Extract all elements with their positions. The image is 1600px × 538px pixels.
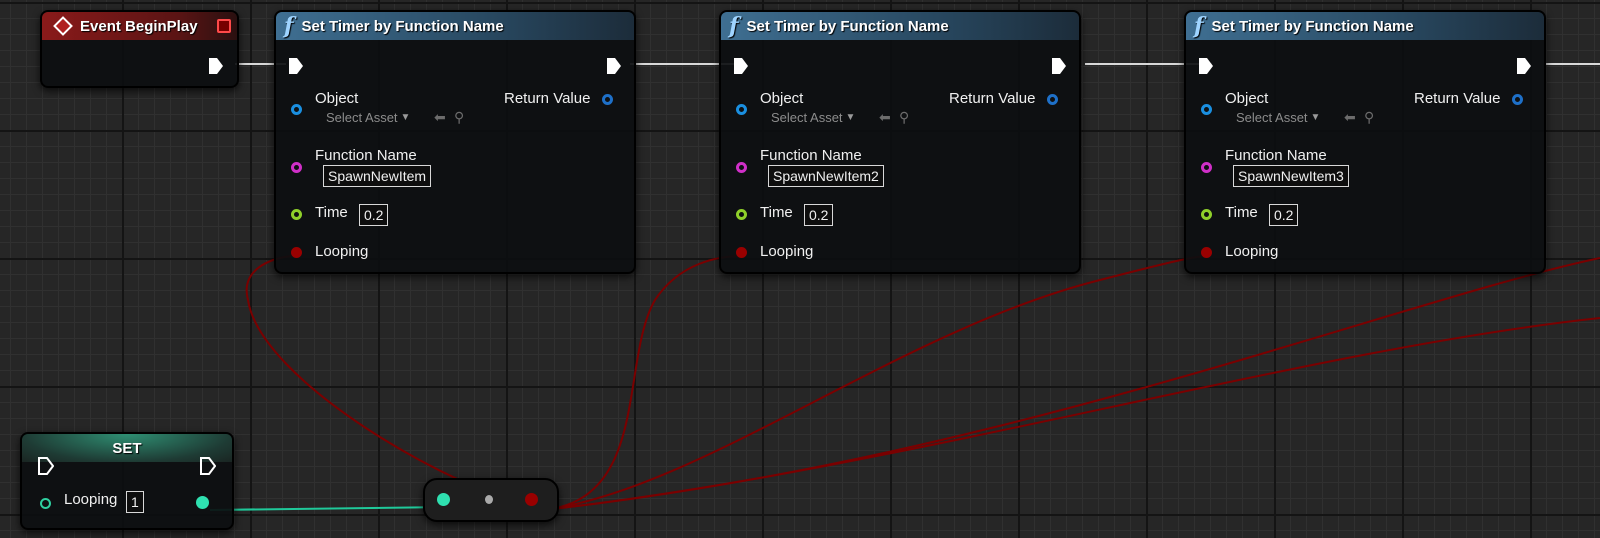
exec-out-pin[interactable]: [1051, 57, 1067, 74]
return-value-label: Return Value: [1414, 90, 1501, 107]
function-name-field[interactable]: SpawnNewItem: [323, 165, 432, 187]
set-timer-node[interactable]: f Set Timer by Function Name Object Sele…: [1184, 10, 1546, 274]
function-name-pin[interactable]: [1201, 162, 1212, 173]
int-to-bool-conversion-node[interactable]: [423, 478, 559, 522]
time-field[interactable]: 0.2: [359, 204, 389, 226]
object-label: Object: [760, 90, 804, 107]
time-field[interactable]: 0.2: [804, 204, 834, 226]
time-label: Time: [315, 204, 348, 221]
function-name-field[interactable]: SpawnNewItem3: [1233, 165, 1349, 187]
conversion-input-pin[interactable]: [437, 493, 450, 506]
function-name-label: Function Name: [315, 147, 417, 164]
looping-label: Looping: [760, 243, 814, 260]
node-title: Set Timer by Function Name: [301, 17, 504, 35]
delegate-pin[interactable]: [217, 19, 231, 33]
looping-bool-wire: [542, 317, 1600, 511]
object-pin[interactable]: [291, 104, 302, 115]
looping-label: Looping: [64, 491, 118, 508]
event-icon: [53, 16, 73, 36]
select-asset-dropdown[interactable]: Select Asset ▼: [771, 110, 855, 125]
node-header: f Set Timer by Function Name: [276, 12, 634, 40]
chevron-down-icon: ▼: [400, 112, 411, 123]
chevron-down-icon: ▼: [1310, 112, 1321, 123]
browse-asset-icon[interactable]: ⬅: [1344, 109, 1356, 126]
looping-bool-wire: [245, 255, 544, 511]
function-name-label: Function Name: [1225, 147, 1327, 164]
time-pin[interactable]: [291, 209, 302, 220]
exec-out-pin[interactable]: [1516, 57, 1532, 74]
browse-asset-icon[interactable]: ⬅: [434, 109, 446, 126]
return-value-label: Return Value: [949, 90, 1036, 107]
looping-value-field[interactable]: 1: [126, 491, 144, 513]
node-header: Event BeginPlay: [42, 12, 237, 40]
set-variable-node[interactable]: SET Looping 1: [20, 432, 234, 530]
object-label: Object: [1225, 90, 1269, 107]
function-name-field[interactable]: SpawnNewItem2: [768, 165, 884, 187]
exec-in-pin[interactable]: [38, 457, 54, 475]
time-pin[interactable]: [736, 209, 747, 220]
looping-label: Looping: [315, 243, 369, 260]
looping-input-pin[interactable]: [40, 498, 51, 509]
function-icon: f: [284, 13, 294, 39]
search-icon[interactable]: ⚲: [454, 109, 464, 126]
search-icon[interactable]: ⚲: [899, 109, 909, 126]
object-label: Object: [315, 90, 359, 107]
exec-in-pin[interactable]: [288, 57, 304, 74]
looping-bool-wire: [542, 257, 1600, 511]
conversion-dot: [485, 495, 493, 504]
looping-int-wire: [209, 506, 451, 511]
looping-pin[interactable]: [291, 247, 302, 258]
conversion-output-pin[interactable]: [525, 493, 538, 506]
looping-label: Looping: [1225, 243, 1279, 260]
time-label: Time: [1225, 204, 1258, 221]
select-asset-dropdown[interactable]: Select Asset ▼: [1236, 110, 1320, 125]
function-name-pin[interactable]: [291, 162, 302, 173]
select-asset-dropdown[interactable]: Select Asset ▼: [326, 110, 410, 125]
looping-pin[interactable]: [1201, 247, 1212, 258]
function-icon: f: [1194, 13, 1204, 39]
set-timer-node[interactable]: f Set Timer by Function Name Object Sele…: [719, 10, 1081, 274]
return-value-pin[interactable]: [1047, 94, 1058, 105]
return-value-pin[interactable]: [602, 94, 613, 105]
event-beginplay-node[interactable]: Event BeginPlay: [40, 10, 239, 88]
node-title: Event BeginPlay: [80, 17, 198, 35]
time-pin[interactable]: [1201, 209, 1212, 220]
node-title: SET: [112, 439, 142, 457]
exec-in-pin[interactable]: [733, 57, 749, 74]
node-title: Set Timer by Function Name: [1211, 17, 1414, 35]
looping-output-pin[interactable]: [196, 496, 209, 509]
function-icon: f: [729, 13, 739, 39]
node-header: f Set Timer by Function Name: [1186, 12, 1544, 40]
looping-bool-wire: [542, 255, 1209, 511]
object-pin[interactable]: [736, 104, 747, 115]
function-name-label: Function Name: [760, 147, 862, 164]
return-value-label: Return Value: [504, 90, 591, 107]
return-value-pin[interactable]: [1512, 94, 1523, 105]
search-icon[interactable]: ⚲: [1364, 109, 1374, 126]
time-label: Time: [760, 204, 793, 221]
chevron-down-icon: ▼: [845, 112, 856, 123]
exec-out-pin[interactable]: [200, 457, 216, 475]
exec-out-pin[interactable]: [606, 57, 622, 74]
exec-out-pin[interactable]: [208, 57, 224, 74]
set-timer-node[interactable]: f Set Timer by Function Name Object Sele…: [274, 10, 636, 274]
object-pin[interactable]: [1201, 104, 1212, 115]
function-name-pin[interactable]: [736, 162, 747, 173]
node-header: f Set Timer by Function Name: [721, 12, 1079, 40]
blueprint-graph[interactable]: Event BeginPlay f Set Timer by Function …: [0, 0, 1600, 538]
time-field[interactable]: 0.2: [1269, 204, 1299, 226]
exec-in-pin[interactable]: [1198, 57, 1214, 74]
browse-asset-icon[interactable]: ⬅: [879, 109, 891, 126]
looping-bool-wire: [542, 255, 743, 511]
looping-pin[interactable]: [736, 247, 747, 258]
node-title: Set Timer by Function Name: [746, 17, 949, 35]
